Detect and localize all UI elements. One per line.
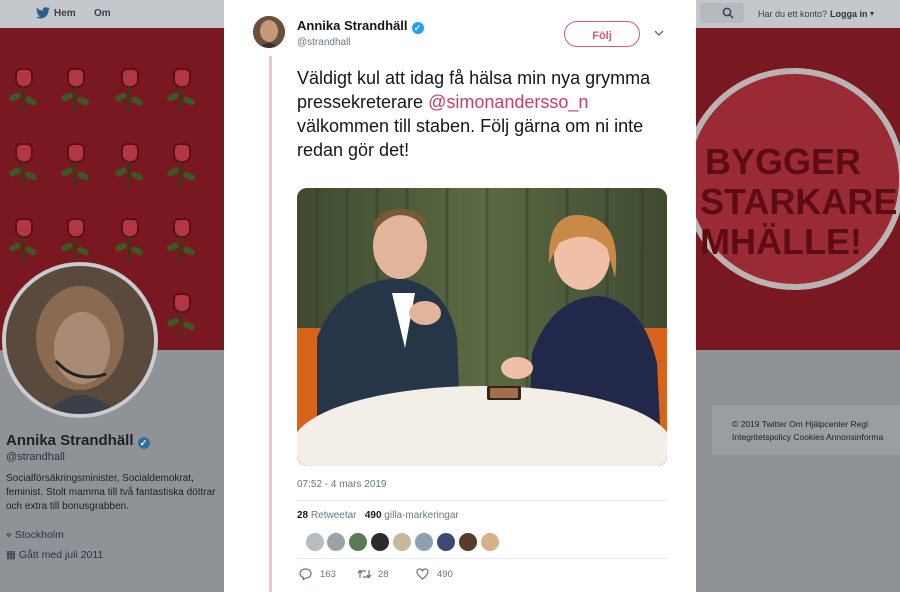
- login-link[interactable]: Logga in: [830, 9, 868, 19]
- profile-name: Annika Strandhäll ✓: [6, 432, 150, 449]
- retweet-label[interactable]: Retweetar: [311, 510, 357, 521]
- liker-avatar[interactable]: [348, 532, 368, 552]
- footer-links-1[interactable]: © 2019 Twitter Om Hjälpcenter Regl: [732, 418, 900, 431]
- verified-icon: ✓: [411, 22, 424, 34]
- liker-avatar[interactable]: [414, 532, 434, 552]
- calendar-icon: ▦: [6, 549, 19, 561]
- tweet-author-handle[interactable]: @strandhall: [297, 37, 351, 48]
- twitter-logo-icon[interactable]: [36, 7, 50, 19]
- search-icon[interactable]: [722, 7, 734, 19]
- login-caret-icon[interactable]: ▾: [870, 9, 874, 18]
- location-pin-icon: ⌖: [6, 529, 15, 541]
- reply-count[interactable]: 163: [320, 569, 336, 580]
- liker-avatar[interactable]: [305, 532, 325, 552]
- profile-handle: @strandhall: [6, 451, 65, 463]
- liker-avatar[interactable]: [370, 532, 390, 552]
- retweet-action-count[interactable]: 28: [378, 569, 389, 580]
- footer-links-2[interactable]: Integritetspolicy Cookies Annonsinforma: [732, 431, 900, 444]
- tweet-stats: 28 Retweetar 490 gilla-markeringar: [297, 510, 459, 521]
- mention-link[interactable]: @simonandersso_n: [428, 92, 588, 112]
- thread-line: [269, 56, 272, 592]
- nav-home-link[interactable]: Hem: [54, 8, 76, 19]
- liker-avatar[interactable]: [326, 532, 346, 552]
- heart-icon[interactable]: [416, 568, 429, 580]
- verified-icon: ✓: [137, 437, 150, 449]
- tweet-author-avatar[interactable]: [253, 16, 285, 48]
- liker-avatar[interactable]: [436, 532, 456, 552]
- like-action-count[interactable]: 490: [437, 569, 453, 580]
- divider: [297, 558, 667, 559]
- liker-avatar[interactable]: [392, 532, 412, 552]
- profile-avatar[interactable]: [2, 262, 158, 418]
- liker-avatar[interactable]: [458, 532, 478, 552]
- nav-about-link[interactable]: Om: [94, 8, 111, 19]
- follow-button[interactable]: Följ: [564, 21, 640, 47]
- tweet-text: Väldigt kul att idag få hälsa min nya gr…: [297, 68, 651, 160]
- divider: [297, 500, 667, 501]
- liker-avatar[interactable]: [480, 532, 500, 552]
- banner-text-line-3: MHÄLLE!: [700, 221, 862, 262]
- banner-text-line-1: BYGGER: [705, 141, 862, 182]
- account-prompt: Har du ett konto?: [758, 9, 828, 19]
- like-count[interactable]: 490: [365, 510, 382, 521]
- sidebar-footer: © 2019 Twitter Om Hjälpcenter Regl Integ…: [732, 418, 900, 444]
- tweet-timestamp[interactable]: 07:52 - 4 mars 2019: [297, 479, 387, 490]
- profile-location: ⌖ Stockholm: [6, 529, 64, 541]
- reply-icon[interactable]: [299, 568, 312, 580]
- retweet-count[interactable]: 28: [297, 510, 308, 521]
- chevron-down-icon[interactable]: [654, 28, 664, 38]
- retweet-icon[interactable]: [357, 568, 372, 580]
- profile-joined: ▦ Gått med juli 2011: [6, 549, 104, 561]
- tweet-photo[interactable]: [297, 188, 667, 466]
- tweet-author-name[interactable]: Annika Strandhäll ✓: [297, 18, 424, 34]
- like-label[interactable]: gilla-markeringar: [384, 510, 458, 521]
- profile-bio: Socialförsäkringsminister, Socialdemokra…: [6, 473, 216, 512]
- banner-text-line-2: STARKARE: [700, 181, 898, 222]
